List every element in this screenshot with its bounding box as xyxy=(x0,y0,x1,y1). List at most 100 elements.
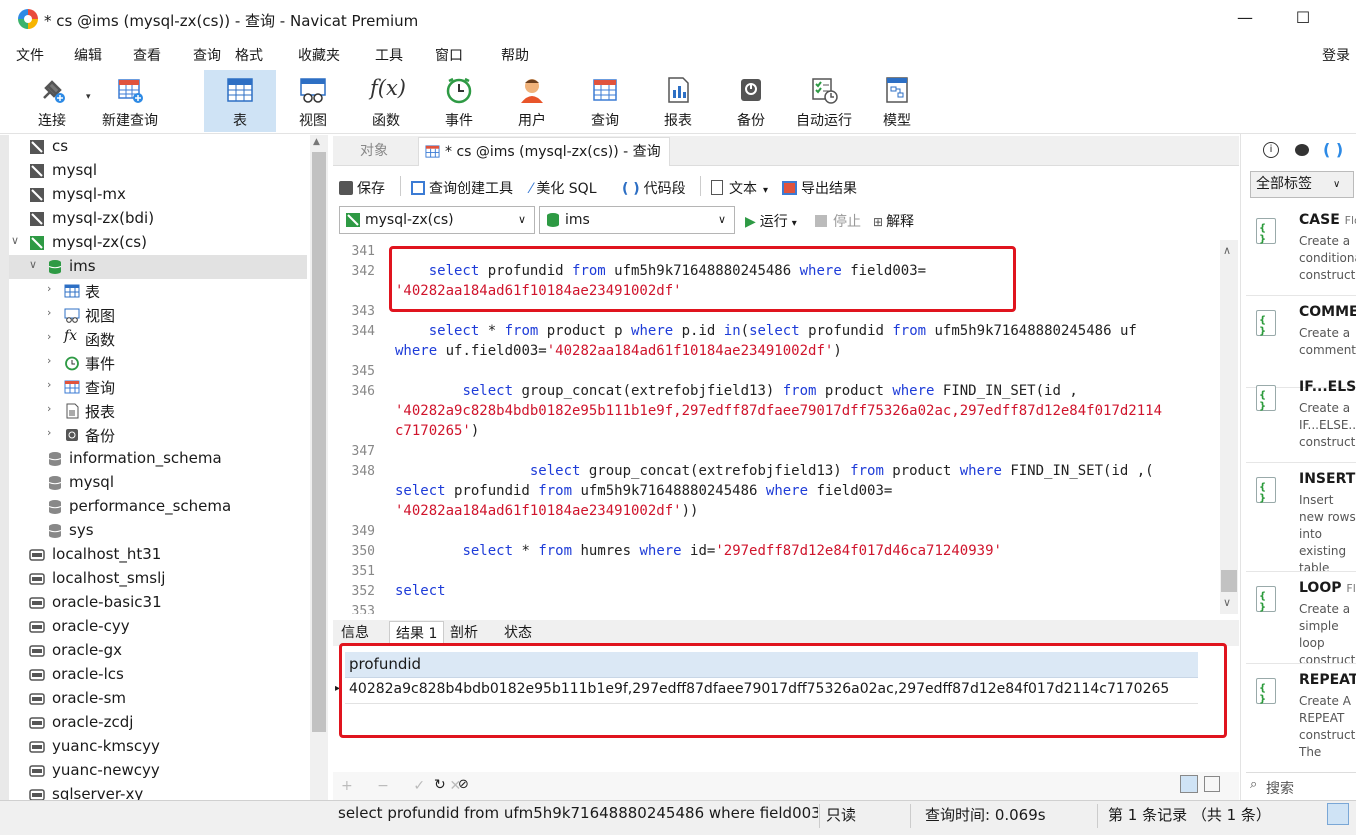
login-button[interactable]: 登录 xyxy=(1322,45,1350,65)
chevron-right-icon[interactable]: › xyxy=(47,306,59,319)
panel-toggle-icon[interactable] xyxy=(1327,803,1349,825)
tree-item-database[interactable]: mysql xyxy=(9,471,307,495)
code-snippet-button[interactable]: ( ) 代码段 xyxy=(622,178,686,198)
editor-scroll-thumb[interactable] xyxy=(1221,570,1237,592)
tab-query[interactable]: * cs @ims (mysql-zx(cs)) - 查询 xyxy=(418,137,670,166)
snippet-case[interactable]: CASE FloCreate a conditional construct xyxy=(1246,206,1356,296)
form-view-icon[interactable] xyxy=(1204,776,1220,792)
chevron-right-icon[interactable]: › xyxy=(47,378,59,391)
chevron-down-icon[interactable]: ∨ xyxy=(29,258,41,271)
user-button[interactable]: 用户 xyxy=(496,70,568,132)
snippet-if-else[interactable]: IF...ELSECreate a IF...ELSE... construct xyxy=(1246,373,1356,463)
mysql-connection-icon xyxy=(346,213,360,227)
tree-item-active-connection[interactable]: ∨ mysql-zx(cs) xyxy=(9,231,307,255)
run-button[interactable]: ▶ 运行 ▾ xyxy=(745,211,797,231)
tree-item[interactable]: cs xyxy=(9,135,307,159)
chevron-right-icon[interactable]: › xyxy=(47,330,59,343)
menu-tools[interactable]: 工具 xyxy=(375,45,403,65)
chevron-right-icon[interactable]: › xyxy=(47,282,59,295)
tree-item[interactable]: yuanc-kmscyy xyxy=(9,735,307,759)
menu-query[interactable]: 查询 xyxy=(193,45,221,65)
tree-item[interactable]: mysql-mx xyxy=(9,183,307,207)
tree-item[interactable]: oracle-sm xyxy=(9,687,307,711)
chevron-right-icon[interactable]: › xyxy=(47,426,59,439)
view-button[interactable]: 视图 xyxy=(277,70,349,132)
eye-icon[interactable] xyxy=(1295,144,1309,156)
menu-window[interactable]: 窗口 xyxy=(435,45,463,65)
function-icon: f(x) xyxy=(370,76,407,100)
editor-scrollbar[interactable] xyxy=(1220,240,1238,614)
automation-button[interactable]: 自动运行 xyxy=(788,70,860,132)
tree-item[interactable]: yuanc-newcyy xyxy=(9,759,307,783)
tree-item-database[interactable]: sys xyxy=(9,519,307,543)
tag-filter-select[interactable]: 全部标签 ∨ xyxy=(1250,171,1354,198)
explain-button[interactable]: ⊞ 解释 xyxy=(873,211,914,231)
tree-item[interactable]: localhost_ht31 xyxy=(9,543,307,567)
connect-button[interactable]: 连接 xyxy=(16,70,88,132)
chevron-right-icon[interactable]: › xyxy=(47,354,59,367)
maximize-button[interactable]: ☐ xyxy=(1288,8,1318,27)
tree-item-backups[interactable]: › 备份 xyxy=(9,423,307,447)
scroll-up-icon[interactable]: ∧ xyxy=(1223,244,1231,257)
tree-item-queries[interactable]: › 查询 xyxy=(9,375,307,399)
tree-item[interactable]: oracle-zcdj xyxy=(9,711,307,735)
tree-item-selected-db[interactable]: ∨ ims xyxy=(9,255,307,279)
tree-item-views[interactable]: › 视图 xyxy=(9,303,307,327)
report-button[interactable]: 报表 xyxy=(642,70,714,132)
backup-button[interactable]: 备份 xyxy=(715,70,787,132)
query-builder-button[interactable]: 查询创建工具 xyxy=(411,178,513,198)
save-button[interactable]: 保存 xyxy=(339,178,385,198)
tree-item[interactable]: oracle-cyy xyxy=(9,615,307,639)
tree-item[interactable]: oracle-gx xyxy=(9,639,307,663)
stop-button[interactable]: 停止 xyxy=(815,211,861,231)
scroll-up-icon[interactable]: ▲ xyxy=(313,137,320,147)
minimize-button[interactable]: — xyxy=(1230,8,1260,27)
tree-item[interactable]: mysql-zx(bdi) xyxy=(9,207,307,231)
menu-edit[interactable]: 编辑 xyxy=(74,45,102,65)
tree-item-functions[interactable]: › fx 函数 xyxy=(9,327,307,351)
stop-query-icon[interactable]: ⊘ xyxy=(458,777,469,792)
table-button[interactable]: 表 xyxy=(204,70,276,132)
chevron-down-icon[interactable]: ∨ xyxy=(11,234,23,247)
sidebar-scroll-thumb[interactable] xyxy=(312,152,326,732)
tree-item-events[interactable]: › 事件 xyxy=(9,351,307,375)
tree-item-tables[interactable]: › 表 xyxy=(9,279,307,303)
query-button[interactable]: 查询 xyxy=(569,70,641,132)
menu-view[interactable]: 查看 xyxy=(133,45,161,65)
text-button[interactable]: 文本 ▾ xyxy=(711,178,768,198)
search-input[interactable]: 搜索 xyxy=(1266,778,1294,798)
tree-item[interactable]: localhost_smslj xyxy=(9,567,307,591)
grid-view-icon[interactable] xyxy=(1180,775,1198,793)
refresh-icon[interactable]: ↻ xyxy=(434,777,446,793)
connect-dropdown-icon[interactable]: ▾ xyxy=(86,92,91,102)
event-button[interactable]: 事件 xyxy=(423,70,495,132)
snippet-search[interactable]: ⌕ 搜索 xyxy=(1246,772,1356,800)
info-icon[interactable]: i xyxy=(1263,142,1279,158)
snippet-insert[interactable]: INSERTInsert new rows into existing tabl… xyxy=(1246,465,1356,572)
new-query-button[interactable]: 新建查询 xyxy=(94,70,166,132)
tree-item-database[interactable]: information_schema xyxy=(9,447,307,471)
tree-item-reports[interactable]: › 报表 xyxy=(9,399,307,423)
grid-edit-buttons[interactable]: + − ✓ ✕ xyxy=(341,778,471,794)
tab-objects[interactable]: 对象 xyxy=(352,137,396,166)
database-select[interactable]: ims ∨ xyxy=(539,206,735,234)
tree-item[interactable]: mysql xyxy=(9,159,307,183)
connection-select[interactable]: mysql-zx(cs) ∨ xyxy=(339,206,535,234)
snippet-loop[interactable]: LOOP FloCreate a simple loop construct xyxy=(1246,574,1356,664)
function-button[interactable]: f(x) 函数 xyxy=(350,70,422,132)
code-snippet-icon[interactable]: ( ) xyxy=(1323,140,1343,159)
export-results-button[interactable]: 导出结果 xyxy=(782,178,857,198)
tree-item[interactable]: oracle-lcs xyxy=(9,663,307,687)
chevron-right-icon[interactable]: › xyxy=(47,402,59,415)
menu-favorites[interactable]: 收藏夹 xyxy=(298,45,340,65)
menu-help[interactable]: 帮助 xyxy=(501,45,529,65)
snippet-repeat[interactable]: REPEATCreate A REPEAT construct. The xyxy=(1246,666,1356,756)
beautify-sql-button[interactable]: ⁄ 美化 SQL xyxy=(530,178,597,198)
model-button[interactable]: 模型 xyxy=(861,70,933,132)
tree-item[interactable]: oracle-basic31 xyxy=(9,591,307,615)
scroll-down-icon[interactable]: ∨ xyxy=(1223,596,1231,609)
menu-format[interactable]: 格式 xyxy=(235,45,263,65)
tree-item-database[interactable]: performance_schema xyxy=(9,495,307,519)
tree-item[interactable]: sqlserver-xy xyxy=(9,783,307,800)
menu-file[interactable]: 文件 xyxy=(16,45,44,65)
